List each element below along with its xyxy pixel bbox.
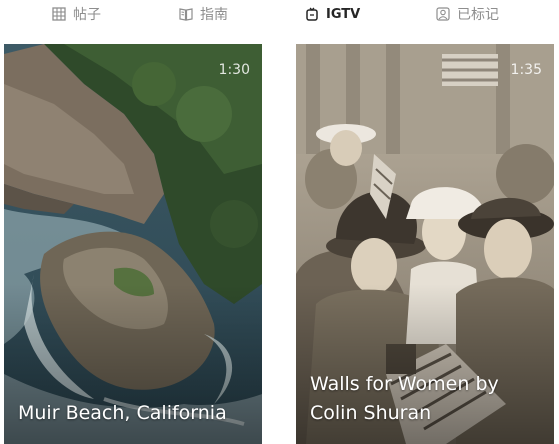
profile-tabs: 帖子 指南 IGTV 已标记 (0, 0, 559, 30)
igtv-video-card[interactable]: 1:30 Muir Beach, California (4, 44, 262, 444)
guide-book-icon (179, 7, 193, 21)
tagged-user-icon (436, 7, 450, 21)
igtv-video-card[interactable]: 1:35 Walls for Women by Colin Shuran (296, 44, 554, 444)
tab-igtv-label: IGTV (326, 6, 361, 22)
grid-icon (52, 7, 66, 21)
video-duration: 1:35 (510, 62, 542, 78)
video-title: Muir Beach, California (18, 402, 227, 424)
video-duration: 1:30 (218, 62, 250, 78)
tab-tagged-label: 已标记 (457, 7, 499, 23)
tab-tagged[interactable]: 已标记 (436, 3, 499, 25)
tab-posts[interactable]: 帖子 (52, 3, 101, 25)
igtv-icon (305, 7, 319, 21)
video-title: Walls for Women by Colin Shuran (310, 373, 499, 424)
tab-guides[interactable]: 指南 (179, 3, 228, 25)
tab-posts-label: 帖子 (73, 7, 101, 23)
video-thumbnail-coastline (4, 44, 262, 444)
tab-guides-label: 指南 (200, 7, 228, 23)
tab-igtv[interactable]: IGTV (305, 3, 360, 25)
